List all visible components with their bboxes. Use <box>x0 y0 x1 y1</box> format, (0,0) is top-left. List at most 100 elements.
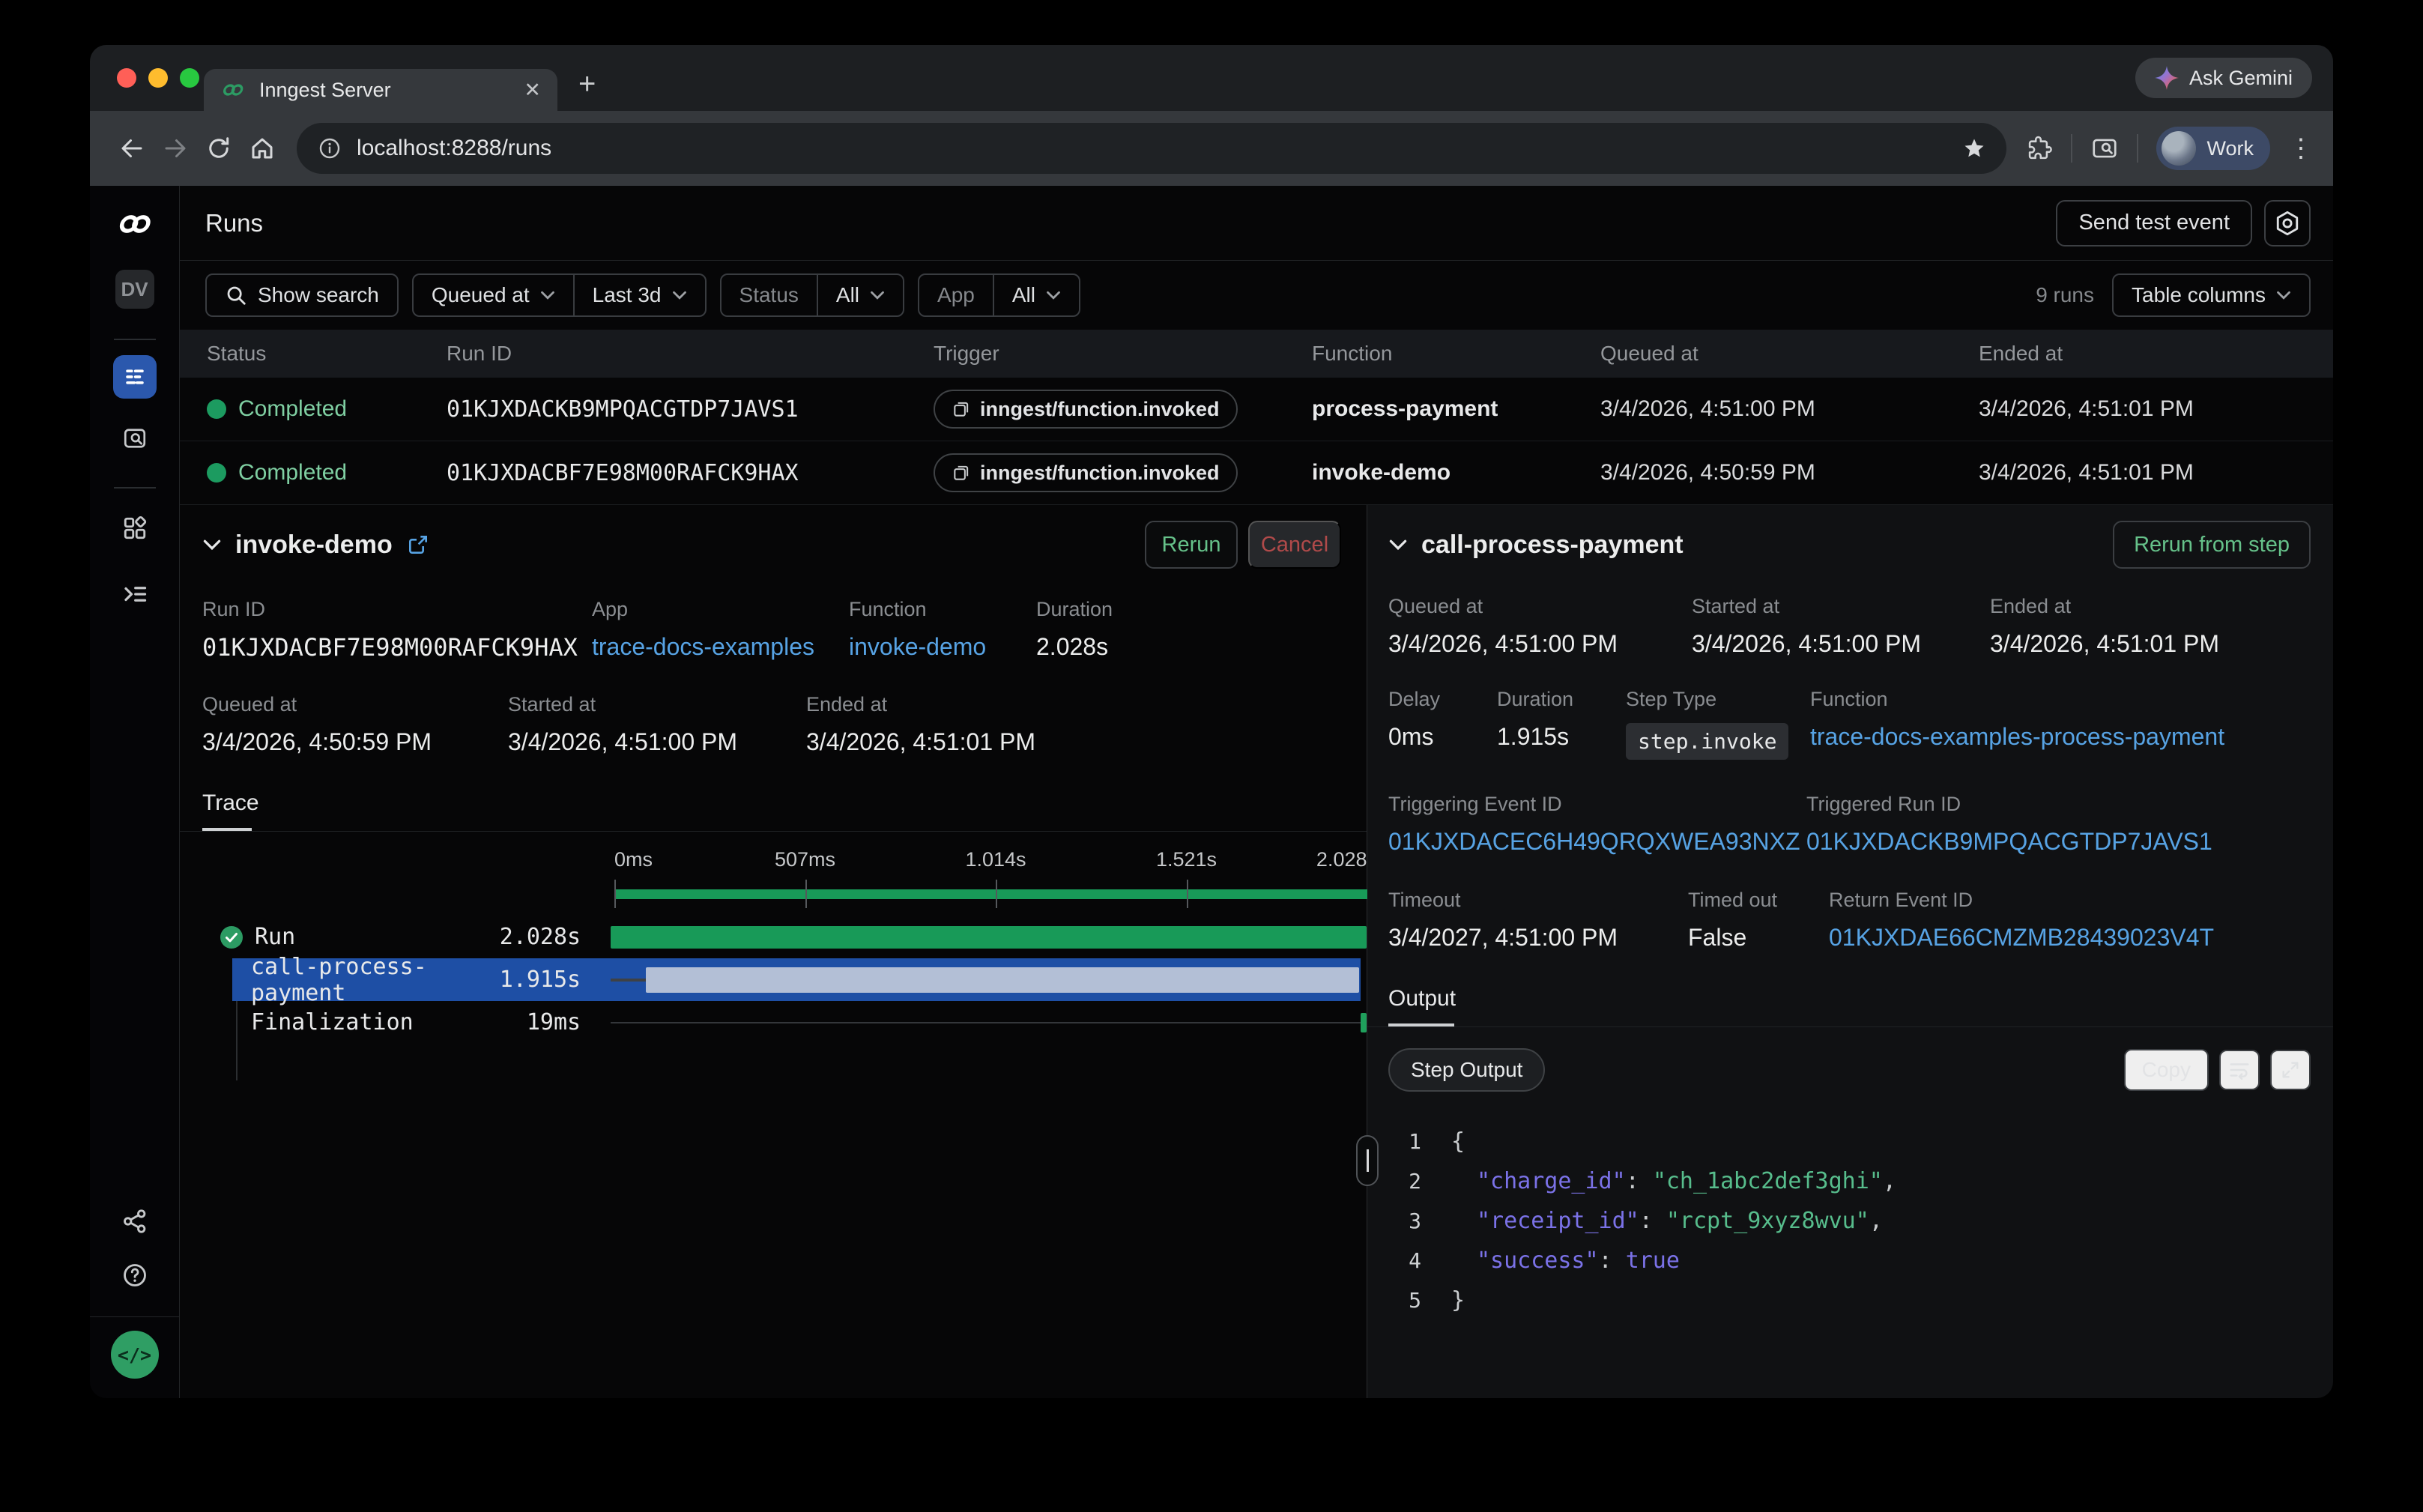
triggering-event-link[interactable]: 01KJXDACEC6H49QRQXWEA93NXZ <box>1388 828 1806 856</box>
panel-resize-handle[interactable] <box>1356 1135 1379 1186</box>
run-title: invoke-demo <box>235 530 393 560</box>
window-close-button[interactable] <box>117 68 136 88</box>
run-id-cell: 01KJXDACKB9MPQACGTDP7JAVS1 <box>447 396 934 423</box>
trace-row[interactable]: call-process-payment 1.915s <box>202 958 1367 1001</box>
collapse-chevron-icon[interactable] <box>1388 539 1408 551</box>
site-info-icon[interactable] <box>318 136 342 160</box>
function-link[interactable]: invoke-demo <box>849 633 1036 661</box>
url-bar[interactable]: localhost:8288/runs <box>297 123 2006 174</box>
dev-mode-button[interactable]: </> <box>111 1331 159 1379</box>
field-delay: Delay 0ms <box>1388 688 1497 760</box>
rerun-from-step-button[interactable]: Rerun from step <box>2113 521 2311 569</box>
field-started-at: Started at 3/4/2026, 4:51:00 PM <box>1692 595 1990 658</box>
external-link-icon[interactable] <box>406 533 430 557</box>
trace-row[interactable]: Run 2.028s <box>202 916 1367 958</box>
line-number: 1 <box>1388 1129 1451 1154</box>
show-search-button[interactable]: Show search <box>205 273 399 317</box>
status-filter-value: All <box>836 283 859 307</box>
step-title: call-process-payment <box>1421 530 1684 560</box>
forward-icon[interactable] <box>162 135 189 162</box>
field-return-event-id: Return Event ID 01KJXDAE66CMZMB28439023V… <box>1829 889 2214 952</box>
word-wrap-button[interactable] <box>2219 1050 2260 1090</box>
trace-step-name: Run <box>255 924 295 950</box>
status-filter-select[interactable]: All <box>818 275 903 315</box>
home-icon[interactable] <box>249 135 276 162</box>
browser-toolbar: localhost:8288/runs Work ⋮ <box>90 111 2333 186</box>
extensions-icon[interactable] <box>2026 135 2053 162</box>
profile-name: Work <box>2206 137 2254 160</box>
share-icon[interactable] <box>113 1200 157 1243</box>
step-function-link[interactable]: trace-docs-examples-process-payment <box>1810 723 2224 751</box>
app-header: Runs Send test event <box>180 186 2333 261</box>
show-search-label: Show search <box>258 283 379 307</box>
trace-rows: Run 2.028s call-process-payment 1.915s <box>202 916 1367 1044</box>
field-duration: Duration 2.028s <box>1036 598 1113 662</box>
help-icon[interactable] <box>113 1254 157 1297</box>
copy-button[interactable]: Copy <box>2124 1049 2209 1091</box>
step-output-tab[interactable]: Step Output <box>1388 1048 1545 1092</box>
sidebar-item-runs[interactable] <box>113 355 157 399</box>
browser-tab[interactable]: Inngest Server ✕ <box>204 69 557 111</box>
profile-button[interactable]: Work <box>2156 127 2270 170</box>
function-cell: process-payment <box>1312 396 1600 422</box>
rerun-button[interactable]: Rerun <box>1145 521 1238 569</box>
ask-gemini-label: Ask Gemini <box>2189 67 2293 90</box>
step-type-badge: step.invoke <box>1626 723 1788 760</box>
reload-icon[interactable] <box>205 135 232 162</box>
settings-button[interactable] <box>2264 200 2311 247</box>
table-columns-button[interactable]: Table columns <box>2112 273 2311 317</box>
new-tab-button[interactable]: + <box>578 67 596 101</box>
cancel-button[interactable]: Cancel <box>1248 521 1341 569</box>
avatar <box>2162 131 2196 166</box>
side-panel-search-icon[interactable] <box>2090 134 2119 163</box>
tab-close-icon[interactable]: ✕ <box>524 79 541 102</box>
table-row[interactable]: Completed 01KJXDACKB9MPQACGTDP7JAVS1 inn… <box>180 378 2333 441</box>
section-border <box>180 831 1367 832</box>
trace-row[interactable]: Finalization 19ms <box>202 1001 1367 1044</box>
trigger-badge[interactable]: inngest/function.invoked <box>934 453 1238 492</box>
trigger-label: inngest/function.invoked <box>980 398 1220 421</box>
table-row[interactable]: Completed 01KJXDACBF7E98M00RAFCK9HAX inn… <box>180 441 2333 505</box>
app-filter: App All <box>918 273 1080 317</box>
window-zoom-button[interactable] <box>180 68 199 88</box>
bookmark-star-icon[interactable] <box>1963 137 1985 160</box>
return-event-link[interactable]: 01KJXDAE66CMZMB28439023V4T <box>1829 924 2214 952</box>
trace-bar <box>1361 1013 1367 1032</box>
tab-trace[interactable]: Trace <box>202 790 259 816</box>
app-badge-dv[interactable]: DV <box>115 270 154 309</box>
code-line: 1 { <box>1388 1122 2333 1161</box>
app-link[interactable]: trace-docs-examples <box>592 633 849 661</box>
trace-minimap[interactable] <box>614 880 1377 908</box>
collapse-chevron-icon[interactable] <box>202 539 222 551</box>
trigger-badge[interactable]: inngest/function.invoked <box>934 390 1238 429</box>
tab-output[interactable]: Output <box>1388 986 1456 1011</box>
inngest-logo <box>115 213 154 235</box>
browser-menu-icon[interactable]: ⋮ <box>2288 136 2314 161</box>
axis-tick-label: 0ms <box>614 848 653 871</box>
run-id-cell: 01KJXDACBF7E98M00RAFCK9HAX <box>447 460 934 486</box>
window-minimize-button[interactable] <box>148 68 168 88</box>
field-timed-out: Timed out False <box>1688 889 1829 952</box>
chevron-down-icon <box>2276 290 2291 300</box>
app-filter-select[interactable]: All <box>994 275 1079 315</box>
sidebar-item-events[interactable] <box>113 417 157 460</box>
code-line: 2 "charge_id": "ch_1abc2def3ghi", <box>1388 1161 2333 1201</box>
status-dot <box>207 399 226 419</box>
ended-at-cell: 3/4/2026, 4:51:01 PM <box>1979 460 2333 486</box>
send-test-event-button[interactable]: Send test event <box>2056 200 2252 247</box>
expand-button[interactable] <box>2270 1050 2311 1090</box>
back-icon[interactable] <box>118 135 145 162</box>
time-field-select[interactable]: Queued at <box>414 275 573 315</box>
sidebar-divider <box>114 487 156 489</box>
filter-bar: Show search Queued at Last 3d <box>180 261 2333 330</box>
triggered-run-link[interactable]: 01KJXDACKB9MPQACGTDP7JAVS1 <box>1806 828 2212 856</box>
ask-gemini-button[interactable]: Ask Gemini <box>2135 58 2312 98</box>
sidebar-item-apps[interactable] <box>113 506 157 550</box>
col-run-id: Run ID <box>447 342 934 366</box>
check-circle-icon <box>219 925 244 950</box>
sidebar-item-functions[interactable] <box>113 572 157 616</box>
trace-step-duration: 2.028s <box>500 924 581 950</box>
step-output-code: 1 { 2 "charge_id": "ch_1abc2def3ghi", 3 … <box>1388 1122 2333 1320</box>
chevron-down-icon <box>870 290 885 300</box>
time-range-select[interactable]: Last 3d <box>575 275 705 315</box>
